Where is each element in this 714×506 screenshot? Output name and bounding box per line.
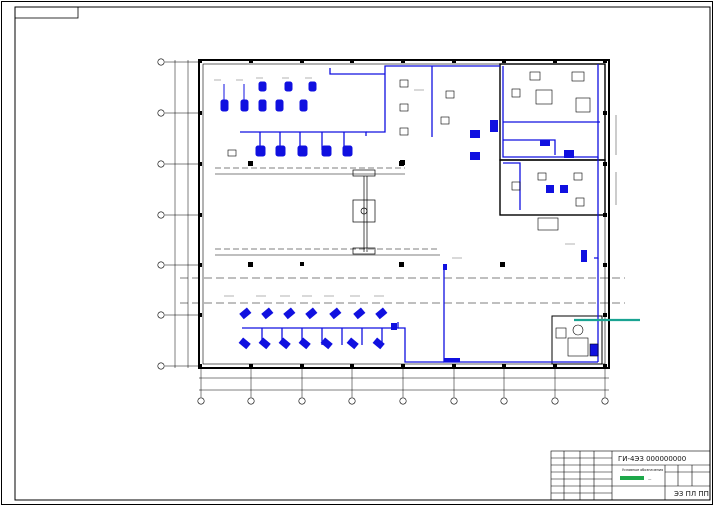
circle-axis-marker — [399, 397, 407, 405]
machine-icon — [298, 337, 311, 350]
cable-routes — [240, 64, 600, 363]
cabinet-icon — [575, 197, 585, 207]
circle-axis-marker — [157, 58, 165, 66]
machine-icon — [375, 307, 388, 320]
cabinet-icon — [535, 89, 553, 105]
circle-axis-marker — [157, 362, 165, 370]
machine-icon — [240, 84, 249, 112]
cabinet-icon — [537, 217, 559, 231]
circle-axis-marker — [450, 397, 458, 405]
substation-equipment — [555, 324, 599, 357]
annotation-labels — [214, 77, 575, 297]
column-axis-markers — [197, 397, 609, 405]
cabinet-icon — [529, 71, 541, 81]
legend-item-label: — — [648, 477, 652, 481]
cabinet-icon — [511, 181, 521, 191]
blue-equipment — [391, 120, 587, 362]
machine-icon — [297, 145, 308, 157]
sheet-caption: ЭЗ ПЛ ПП — [674, 490, 709, 498]
machine-icon — [299, 99, 308, 112]
row-axis-markers — [157, 58, 165, 370]
circle-axis-marker — [157, 109, 165, 117]
bottom-dimension-chain — [199, 368, 609, 397]
left-dimension-chain — [165, 60, 199, 368]
machine-icon — [275, 145, 286, 157]
crane-bridge-icon — [352, 169, 376, 255]
machine-icon — [283, 307, 296, 320]
machine-icon — [329, 307, 342, 320]
circle-axis-marker — [157, 261, 165, 269]
drawing-code: ГИ-4ЭЗ 000000000 — [618, 455, 686, 463]
machine-icon — [261, 307, 274, 320]
cabinet-icon — [440, 116, 450, 125]
cabinet-icon — [399, 79, 409, 88]
legend-swatch — [620, 476, 644, 480]
circle-axis-marker — [247, 397, 255, 405]
cabinet-icon — [573, 172, 583, 181]
circle-axis-marker — [551, 397, 559, 405]
sheet-outer-frame — [1, 1, 713, 505]
machine-icon — [284, 81, 293, 92]
cabinet-icon — [571, 71, 585, 82]
circle-axis-marker — [157, 211, 165, 219]
crane-runway-lines — [180, 167, 625, 304]
machine-group-top — [220, 81, 353, 157]
machine-icon — [308, 81, 317, 92]
circle-axis-marker — [601, 397, 609, 405]
circle-axis-marker — [197, 397, 205, 405]
machine-icon — [238, 337, 251, 350]
cabinet-icon — [227, 149, 237, 157]
cabinet-icon — [575, 97, 591, 113]
small-markers — [300, 160, 504, 266]
machine-icon — [220, 84, 229, 112]
legend-caption: Условные обозначения — [622, 468, 663, 472]
top-left-stamp-box — [14, 6, 79, 19]
cabinet-icon — [399, 127, 409, 136]
cabinet-icon — [399, 103, 409, 112]
cabinet-icon — [445, 90, 455, 99]
machine-icon — [258, 337, 271, 350]
machine-icon — [353, 307, 366, 320]
machine-icon — [372, 337, 385, 350]
sheet-inner-frame — [14, 6, 711, 501]
machine-icon — [346, 337, 359, 350]
machine-icon — [255, 145, 266, 157]
machine-icon — [258, 81, 267, 92]
machine-icon — [239, 307, 252, 320]
circle-axis-marker — [157, 160, 165, 168]
cabinet-icon — [537, 172, 547, 181]
cabinet-icon — [511, 88, 521, 98]
machine-icon — [275, 99, 284, 112]
machine-icon — [342, 145, 353, 157]
circle-axis-marker — [500, 397, 508, 405]
machine-icon — [321, 145, 332, 157]
electrical-floor-plan: ГИ-4ЭЗ 000000000 Условные обозначения — … — [1, 1, 713, 505]
circle-axis-marker — [157, 311, 165, 319]
machine-icon — [305, 307, 318, 320]
machine-icon — [278, 337, 291, 350]
circle-axis-marker — [298, 397, 306, 405]
machine-icon — [258, 99, 267, 112]
circle-axis-marker — [348, 397, 356, 405]
